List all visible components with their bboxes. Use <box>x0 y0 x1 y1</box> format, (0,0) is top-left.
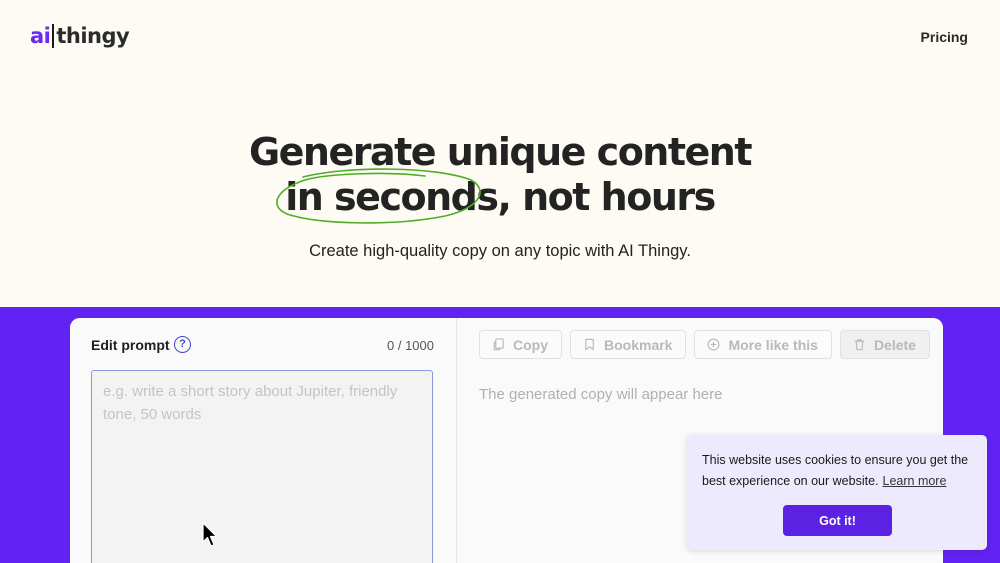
top-nav: ai thingy Pricing <box>0 0 1000 76</box>
mouse-cursor-icon <box>202 522 218 547</box>
character-counter: 0 / 1000 <box>387 338 434 353</box>
cookie-accept-button[interactable]: Got it! <box>783 505 892 536</box>
help-icon[interactable]: ? <box>174 336 191 353</box>
logo-thingy: thingy <box>56 24 130 48</box>
output-toolbar: Copy Bookmark More like this Delete <box>479 330 930 359</box>
edit-prompt-label: Edit prompt <box>91 337 170 353</box>
highlight-circle-decoration <box>276 168 482 224</box>
copy-icon <box>493 338 504 351</box>
hero-subtitle: Create high-quality copy on any topic wi… <box>309 242 691 260</box>
bookmark-label: Bookmark <box>604 336 673 353</box>
delete-label: Delete <box>873 336 916 353</box>
bookmark-icon <box>585 338 594 351</box>
delete-button[interactable]: Delete <box>839 330 930 359</box>
cookie-message-block: This website uses cookies to ensure you … <box>702 450 972 492</box>
trash-icon <box>854 339 865 351</box>
headline-line-2: in seconds, not hours <box>0 168 1000 224</box>
logo-ai: ai <box>30 24 51 48</box>
more-like-this-label: More like this <box>728 336 818 353</box>
copy-label: Copy <box>513 336 548 353</box>
logo-divider <box>52 24 55 48</box>
headline-line-2-rest: , not hours <box>497 175 716 219</box>
hero-headline: Generate unique content in seconds, not … <box>0 130 1000 224</box>
learn-more-link[interactable]: Learn more <box>883 474 947 488</box>
output-placeholder: The generated copy will appear here <box>479 386 723 403</box>
prompt-input[interactable] <box>91 370 433 563</box>
headline-line-1: Generate unique content <box>248 130 753 174</box>
plus-circle-icon <box>707 338 720 351</box>
cookie-banner: This website uses cookies to ensure you … <box>687 435 987 550</box>
pricing-link[interactable]: Pricing <box>921 29 968 45</box>
hero: Generate unique content in seconds, not … <box>0 130 1000 261</box>
more-like-this-button[interactable]: More like this <box>694 330 832 359</box>
prompt-pane: Edit prompt ? 0 / 1000 <box>70 318 456 563</box>
headline-highlight: in seconds <box>276 168 499 224</box>
copy-button[interactable]: Copy <box>479 330 562 359</box>
bookmark-button[interactable]: Bookmark <box>570 330 687 359</box>
logo[interactable]: ai thingy <box>30 24 130 48</box>
